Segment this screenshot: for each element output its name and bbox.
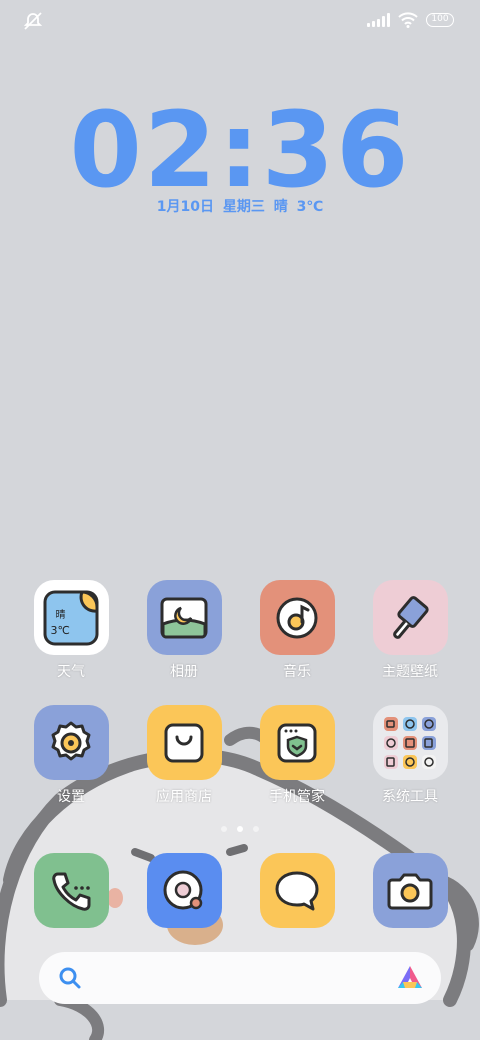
phone-icon [33, 853, 109, 928]
app-label: 主题壁纸 [382, 664, 438, 680]
weather-icon: 晴 3℃ [33, 580, 109, 655]
music-icon [259, 580, 335, 655]
app-security[interactable]: 手机管家 [247, 705, 347, 806]
battery-indicator: 100 [426, 13, 454, 27]
weather-widget-condition: 晴 [55, 610, 66, 621]
dock-phone[interactable] [21, 853, 121, 928]
page-dot-active[interactable] [237, 826, 243, 832]
system-tools-folder-icon [372, 705, 448, 780]
weather-widget-temp: 3℃ [50, 624, 70, 637]
app-music[interactable]: 音乐 [247, 580, 347, 681]
dock-camera[interactable] [360, 853, 460, 928]
app-store[interactable]: 应用商店 [134, 705, 234, 806]
app-settings[interactable]: 设置 [21, 705, 121, 806]
app-label: 设置 [57, 789, 85, 805]
page-dot[interactable] [253, 826, 259, 832]
assistant-icon[interactable] [395, 964, 425, 992]
dock-messages[interactable] [247, 853, 347, 928]
app-label: 音乐 [283, 664, 311, 680]
security-icon [259, 705, 335, 780]
app-label: 应用商店 [156, 789, 212, 805]
page-dot[interactable] [221, 826, 227, 832]
app-label: 系统工具 [382, 789, 438, 805]
gallery-icon [146, 580, 222, 655]
clock-date[interactable]: 1月10日 星期三 晴 3℃ [0, 196, 480, 216]
messages-icon [259, 853, 335, 928]
search-icon[interactable] [57, 965, 83, 991]
page-indicator[interactable] [0, 826, 480, 832]
silent-icon [23, 12, 43, 30]
folder-system-tools[interactable]: 系统工具 [360, 705, 460, 806]
app-label: 相册 [170, 664, 198, 680]
app-label: 手机管家 [269, 789, 325, 805]
search-bar[interactable] [39, 952, 441, 1004]
app-gallery[interactable]: 相册 [134, 580, 234, 681]
camera-icon [372, 853, 448, 928]
app-label: 天气 [57, 664, 85, 680]
themes-icon [372, 580, 448, 655]
app-weather[interactable]: 晴 3℃ 天气 [21, 580, 121, 681]
status-bar: 100 [0, 8, 480, 34]
clock-time[interactable]: 02:36 [0, 98, 480, 202]
browser-icon [146, 853, 222, 928]
dock-browser[interactable] [134, 853, 234, 928]
signal-icon [367, 13, 390, 27]
app-store-icon [146, 705, 222, 780]
wifi-icon [398, 12, 418, 28]
app-themes[interactable]: 主题壁纸 [360, 580, 460, 681]
settings-icon [33, 705, 109, 780]
